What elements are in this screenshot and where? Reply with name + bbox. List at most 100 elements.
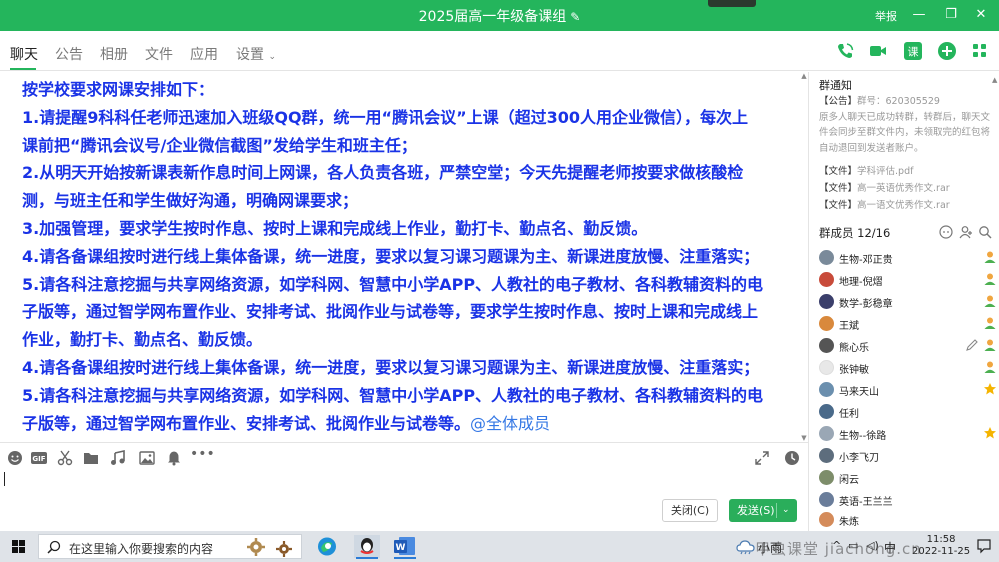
notice-tag: 【公告】: [819, 96, 858, 107]
member-item[interactable]: 生物--徐路: [819, 423, 997, 445]
avatar: [819, 382, 834, 397]
member-item[interactable]: 闲云: [819, 467, 997, 489]
tab-announcement[interactable]: 公告: [55, 44, 83, 64]
taskbar-search-box[interactable]: 在这里输入你要搜索的内容: [38, 534, 302, 559]
notice-body[interactable]: 【公告】群号：620305529 原多人聊天已成功转群，转群后，聊天文件会同步至…: [819, 94, 997, 156]
notice-title: 群通知: [819, 79, 852, 92]
send-options-chevron-icon[interactable]: ⌄: [782, 499, 790, 522]
restore-icon[interactable]: ❐: [941, 5, 961, 25]
side-scroll-up-icon[interactable]: ▲: [992, 76, 998, 84]
mention-all-link[interactable]: @全体成员: [470, 414, 550, 433]
member-name: 生物-邓正贵: [839, 255, 893, 266]
member-search-icon[interactable]: [978, 225, 992, 239]
member-item[interactable]: 生物-邓正贵: [819, 247, 997, 269]
avatar: [819, 272, 834, 287]
member-name: 马来天山: [839, 387, 879, 398]
tab-chat[interactable]: 聊天: [10, 44, 38, 64]
member-name: 熊心乐: [839, 343, 869, 354]
notice-group-number: 群号：620305529: [857, 96, 940, 107]
history-clock-icon[interactable]: [784, 450, 800, 466]
chat-message: 按学校要求网课安排如下： 1.请提醒9科科任老师迅速加入班级QQ群，统一用“腾讯…: [22, 76, 794, 437]
avatar: [819, 404, 834, 419]
member-item[interactable]: 张钟敏: [819, 357, 997, 379]
class-icon[interactable]: 课: [903, 41, 923, 61]
search-placeholder: 在这里输入你要搜索的内容: [69, 542, 214, 556]
report-link[interactable]: 举报: [875, 8, 897, 24]
member-item[interactable]: 英语-王兰兰: [819, 489, 997, 511]
avatar: [819, 338, 834, 353]
message-line: 2.从明天开始按新课表新作息时间上网课，各人负责各班，严禁空堂；今天先提醒老师按…: [22, 163, 744, 183]
member-name: 英语-王兰兰: [839, 497, 893, 508]
more-icon[interactable]: •••: [190, 446, 215, 462]
expand-icon[interactable]: [754, 450, 770, 466]
emoji-icon[interactable]: [7, 450, 23, 466]
member-name: 生物--徐路: [839, 431, 887, 442]
windows-taskbar: 在这里输入你要搜索的内容 W 小雨 ^ ▭ ◁) 中 11:58 2022-11…: [0, 531, 999, 562]
message-line-last: 子版等，通过智学网布置作业、安排考试、批阅作业与试卷等。@全体成员: [22, 410, 794, 438]
member-name: 地理-倪熠: [839, 277, 883, 288]
member-item[interactable]: 小李飞刀: [819, 445, 997, 467]
tab-files[interactable]: 文件: [145, 44, 173, 64]
edit-title-icon[interactable]: ✎: [570, 10, 580, 24]
add-member-icon[interactable]: [959, 225, 973, 239]
word-app-icon[interactable]: W: [390, 534, 420, 559]
message-line: 5.请各科注意挖掘与共享网络资源，如学科网、智慧中小学APP、人教社的电子教材、…: [22, 385, 764, 405]
member-item[interactable]: 任利: [819, 401, 997, 423]
close-button[interactable]: 关闭(C): [662, 499, 718, 522]
close-window-icon[interactable]: ✕: [971, 5, 991, 25]
scroll-up-icon[interactable]: ▲: [800, 72, 808, 80]
member-item[interactable]: 地理-倪熠: [819, 269, 997, 291]
scissors-icon[interactable]: [57, 450, 73, 466]
message-line: 4.请各备课组按时进行线上集体备课，统一进度，要求以复习课习题课为主、新课进度放…: [22, 357, 760, 377]
add-app-icon[interactable]: [937, 41, 957, 61]
member-name: 朱炼: [839, 517, 859, 528]
image-icon[interactable]: [139, 450, 155, 466]
owner-star-icon: [984, 383, 996, 395]
file-item[interactable]: 【文件】高一语文优秀作文.rar: [819, 197, 997, 214]
member-chat-icon[interactable]: [939, 225, 953, 239]
windows-start-icon[interactable]: [12, 540, 25, 553]
tab-album[interactable]: 相册: [100, 44, 128, 64]
notification-icon[interactable]: [976, 538, 992, 554]
admin-icon: [984, 317, 996, 329]
file-name: 学科评估.pdf: [857, 166, 914, 177]
file-item[interactable]: 【文件】学科评估.pdf: [819, 163, 997, 180]
file-name: 高一语文优秀作文.rar: [857, 200, 950, 211]
file-item[interactable]: 【文件】高一英语优秀作文.rar: [819, 180, 997, 197]
member-item[interactable]: 朱炼: [819, 509, 997, 531]
edge-browser-icon[interactable]: [312, 534, 342, 559]
minimize-icon[interactable]: —: [909, 5, 929, 25]
tab-settings[interactable]: 设置 ⌄: [236, 44, 276, 64]
message-line: 4.请各备课组按时进行线上集体备课，统一进度，要求以复习课习题课为主、新课进度放…: [22, 246, 760, 266]
phone-call-icon[interactable]: [835, 41, 855, 61]
gif-icon[interactable]: GIF: [31, 450, 47, 466]
weather-cloud-icon[interactable]: [736, 537, 756, 555]
tab-apps[interactable]: 应用: [190, 44, 218, 64]
message-line: 子版等，通过智学网布置作业、安排考试、批阅作业与试卷等，要求学生按时作息、按时上…: [22, 302, 759, 322]
more-apps-icon[interactable]: [970, 41, 990, 61]
svg-text:W: W: [396, 543, 406, 553]
member-item[interactable]: 数学-彭稳章: [819, 291, 997, 313]
music-icon[interactable]: [110, 450, 126, 466]
member-item[interactable]: 王斌: [819, 313, 997, 335]
window-title: 2025届高一年级备课组 ✎: [0, 6, 999, 26]
chat-scrollbar[interactable]: ▲ ▼: [800, 72, 808, 442]
video-call-icon[interactable]: [868, 41, 888, 61]
qq-app-icon[interactable]: [352, 534, 382, 559]
message-line: 3.加强管理，要求学生按时作息、按时上课和完成线上作业，勤打卡、勤点名、勤反馈。: [22, 218, 648, 238]
send-button-divider: [776, 503, 777, 518]
bell-icon[interactable]: [166, 450, 182, 466]
edit-nickname-icon[interactable]: [965, 338, 979, 352]
send-button[interactable]: 发送(S) ⌄: [729, 499, 797, 522]
file-tag: 【文件】: [819, 200, 858, 211]
admin-icon: [984, 251, 996, 263]
window-title-text: 2025届高一年级备课组: [418, 9, 567, 25]
member-item[interactable]: 熊心乐: [819, 335, 997, 357]
scroll-down-icon[interactable]: ▼: [800, 434, 808, 442]
avatar: [819, 360, 834, 375]
member-item[interactable]: 马来天山: [819, 379, 997, 401]
member-name: 王斌: [839, 321, 859, 332]
notice-text: 原多人聊天已成功转群，转群后，聊天文件会同步至群文件内，未领取完的红包将自动退回…: [819, 111, 991, 154]
member-name: 数学-彭稳章: [839, 299, 893, 310]
folder-icon[interactable]: [83, 450, 99, 466]
